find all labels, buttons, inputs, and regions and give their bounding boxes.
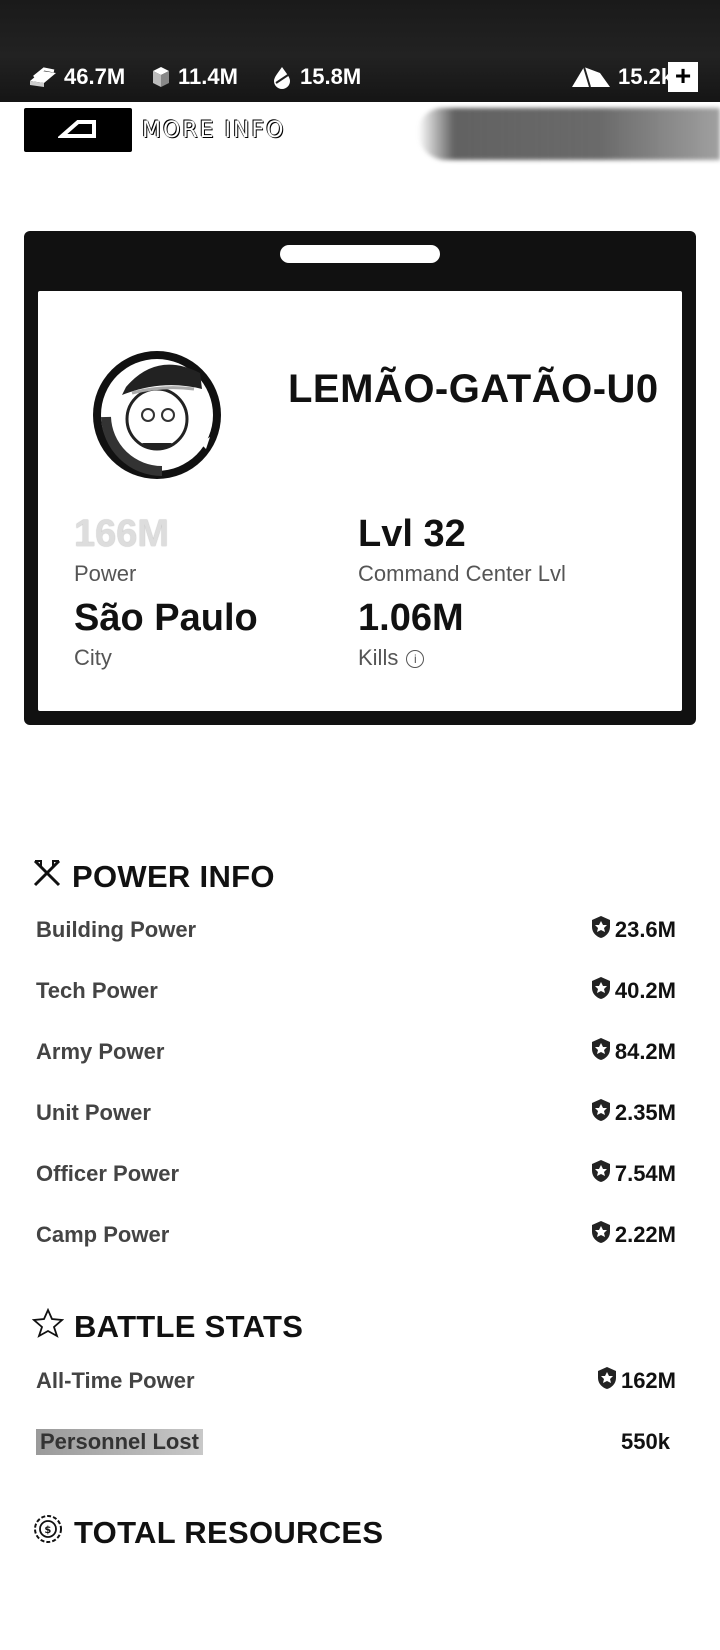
power-shield-icon bbox=[591, 1220, 611, 1250]
power-value: 166M bbox=[74, 513, 170, 555]
power-info-header: POWER INFO bbox=[32, 858, 275, 896]
star-icon bbox=[31, 1307, 65, 1346]
power-row-value: 84.2M bbox=[614, 1039, 676, 1064]
power-row[interactable]: Camp Power 2.22M bbox=[36, 1215, 676, 1255]
gold-resource[interactable]: 46.7M bbox=[28, 60, 125, 94]
power-shield-icon bbox=[591, 976, 611, 1006]
power-row-label: Unit Power bbox=[36, 1100, 151, 1125]
battle-stat-label: All-Time Power bbox=[36, 1368, 195, 1393]
power-info-title: POWER INFO bbox=[72, 859, 275, 894]
power-row-label: Officer Power bbox=[36, 1161, 180, 1186]
power-row[interactable]: Army Power 84.2M bbox=[36, 1032, 676, 1072]
power-shield-icon bbox=[591, 1098, 611, 1128]
more-info-button[interactable] bbox=[24, 108, 132, 152]
power-row-value: 7.54M bbox=[614, 1161, 676, 1186]
power-shield-icon bbox=[597, 1366, 617, 1396]
city-label: City bbox=[74, 645, 112, 670]
profile-card: LEMÃO-GATÃO-U0 166M Power Lvl 32 Command… bbox=[24, 231, 696, 725]
power-row[interactable]: Officer Power 7.54M bbox=[36, 1154, 676, 1194]
power-row-value: 2.22M bbox=[614, 1222, 676, 1247]
gear-coin-icon: $ bbox=[32, 1513, 64, 1553]
kills-value: 1.06M bbox=[358, 597, 464, 639]
diamond-icon bbox=[570, 63, 612, 91]
crossed-swords-icon bbox=[32, 858, 62, 896]
command-center-level-label: Command Center Lvl bbox=[358, 561, 566, 586]
premium-currency[interactable]: 15.2k bbox=[570, 60, 673, 94]
total-resources-title: TOTAL RESOURCES bbox=[74, 1515, 384, 1550]
command-center-level-value: Lvl 32 bbox=[358, 513, 466, 555]
power-row-label: Building Power bbox=[36, 917, 197, 942]
iron-value: 11.4M bbox=[178, 64, 238, 89]
premium-value: 15.2k bbox=[618, 64, 674, 89]
city-value: São Paulo bbox=[74, 597, 258, 639]
player-name: LEMÃO-GATÃO-U0 bbox=[288, 367, 659, 411]
kills-label: Kills bbox=[358, 645, 399, 670]
power-row[interactable]: Unit Power 2.35M bbox=[36, 1093, 676, 1133]
power-row-value: 40.2M bbox=[614, 978, 676, 1003]
decorative-smudge bbox=[418, 108, 720, 160]
power-row-label: Tech Power bbox=[36, 978, 158, 1003]
info-icon[interactable]: i bbox=[406, 650, 425, 669]
more-info-label: MORE INFO bbox=[142, 117, 286, 143]
power-label: Power bbox=[74, 561, 137, 586]
power-row-label: Army Power bbox=[36, 1039, 165, 1064]
power-row-label: Camp Power bbox=[36, 1222, 170, 1247]
oil-value: 15.8M bbox=[300, 64, 362, 89]
avatar[interactable] bbox=[82, 333, 232, 483]
profile-card-body: LEMÃO-GATÃO-U0 166M Power Lvl 32 Command… bbox=[38, 291, 682, 711]
iron-resource[interactable]: 11.4M bbox=[150, 60, 238, 94]
oil-resource[interactable]: 15.8M bbox=[270, 60, 361, 94]
gold-bars-icon bbox=[28, 65, 58, 89]
more-info-row[interactable]: MORE INFO bbox=[24, 108, 285, 152]
power-row[interactable]: Building Power 23.6M bbox=[36, 910, 676, 950]
resource-bar: 46.7M 11.4M 15.8M 15.2k + bbox=[0, 0, 720, 102]
power-shield-icon bbox=[591, 1159, 611, 1189]
power-shield-icon bbox=[591, 1037, 611, 1067]
arrow-icon bbox=[58, 120, 96, 138]
power-row-value: 2.35M bbox=[614, 1100, 676, 1125]
battle-stat-value: 550k bbox=[621, 1429, 670, 1454]
battle-stat-value: 162M bbox=[620, 1368, 676, 1393]
total-resources-header[interactable]: $ TOTAL RESOURCES bbox=[32, 1513, 383, 1553]
svg-text:$: $ bbox=[44, 1525, 51, 1536]
power-row[interactable]: Tech Power 40.2M bbox=[36, 971, 676, 1011]
battle-stat-row[interactable]: All-Time Power 162M bbox=[36, 1361, 676, 1401]
battle-stats-title: BATTLE STATS bbox=[74, 1309, 304, 1344]
power-shield-icon bbox=[591, 915, 611, 945]
oil-icon bbox=[270, 65, 294, 89]
battle-stat-row[interactable]: Personnel Lost 550k bbox=[36, 1422, 676, 1462]
gold-value: 46.7M bbox=[64, 64, 126, 89]
iron-icon bbox=[150, 65, 172, 89]
battle-stats-header: BATTLE STATS bbox=[31, 1307, 304, 1346]
battle-stat-label: Personnel Lost bbox=[36, 1429, 203, 1455]
add-premium-button[interactable]: + bbox=[668, 62, 698, 92]
card-handle[interactable] bbox=[280, 245, 440, 263]
power-row-value: 23.6M bbox=[614, 917, 676, 942]
kills-label-row: Kills i bbox=[358, 645, 425, 671]
